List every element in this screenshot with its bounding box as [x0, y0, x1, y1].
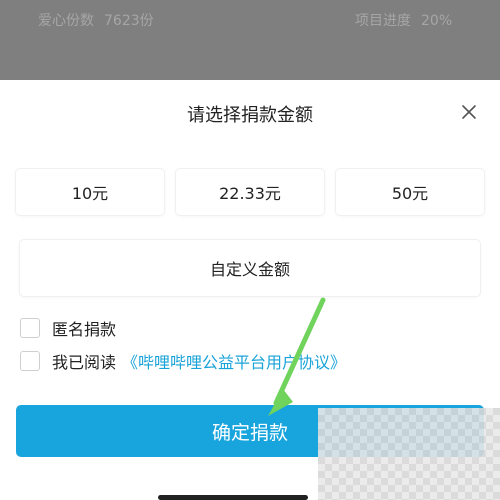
love-count-stat: 爱心份数 7623份 [38, 10, 154, 30]
dimmed-background[interactable]: 爱心份数 7623份 项目进度 20% [0, 0, 500, 80]
amount-option-10[interactable]: 10元 [16, 169, 164, 215]
agreement-prefix: 我已阅读 [52, 353, 117, 372]
anonymous-row[interactable]: 匿名捐款 [20, 316, 116, 340]
anonymous-checkbox[interactable] [20, 318, 40, 338]
agreement-checkbox[interactable] [20, 351, 40, 371]
amount-option-50[interactable]: 50元 [336, 169, 484, 215]
love-count-value: 7623份 [104, 13, 154, 29]
close-icon[interactable] [455, 98, 483, 126]
love-count-label: 爱心份数 [38, 13, 94, 29]
progress-stat: 项目进度 20% [355, 10, 452, 30]
agreement-link[interactable]: 《哔哩哔哩公益平台用户协议》 [122, 349, 346, 373]
progress-label: 项目进度 [355, 13, 411, 29]
amount-option-22-33[interactable]: 22.33元 [176, 169, 324, 215]
watermark-icon [318, 408, 500, 500]
agreement-row[interactable]: 我已阅读 《哔哩哔哩公益平台用户协议》 [20, 349, 346, 373]
anonymous-label: 匿名捐款 [52, 320, 117, 339]
progress-value: 20% [421, 13, 453, 29]
custom-amount-button[interactable]: 自定义金额 [20, 240, 480, 296]
sheet-title: 请选择捐款金额 [187, 105, 313, 126]
home-indicator[interactable] [158, 495, 308, 500]
amount-options: 10元 22.33元 50元 [16, 169, 484, 215]
